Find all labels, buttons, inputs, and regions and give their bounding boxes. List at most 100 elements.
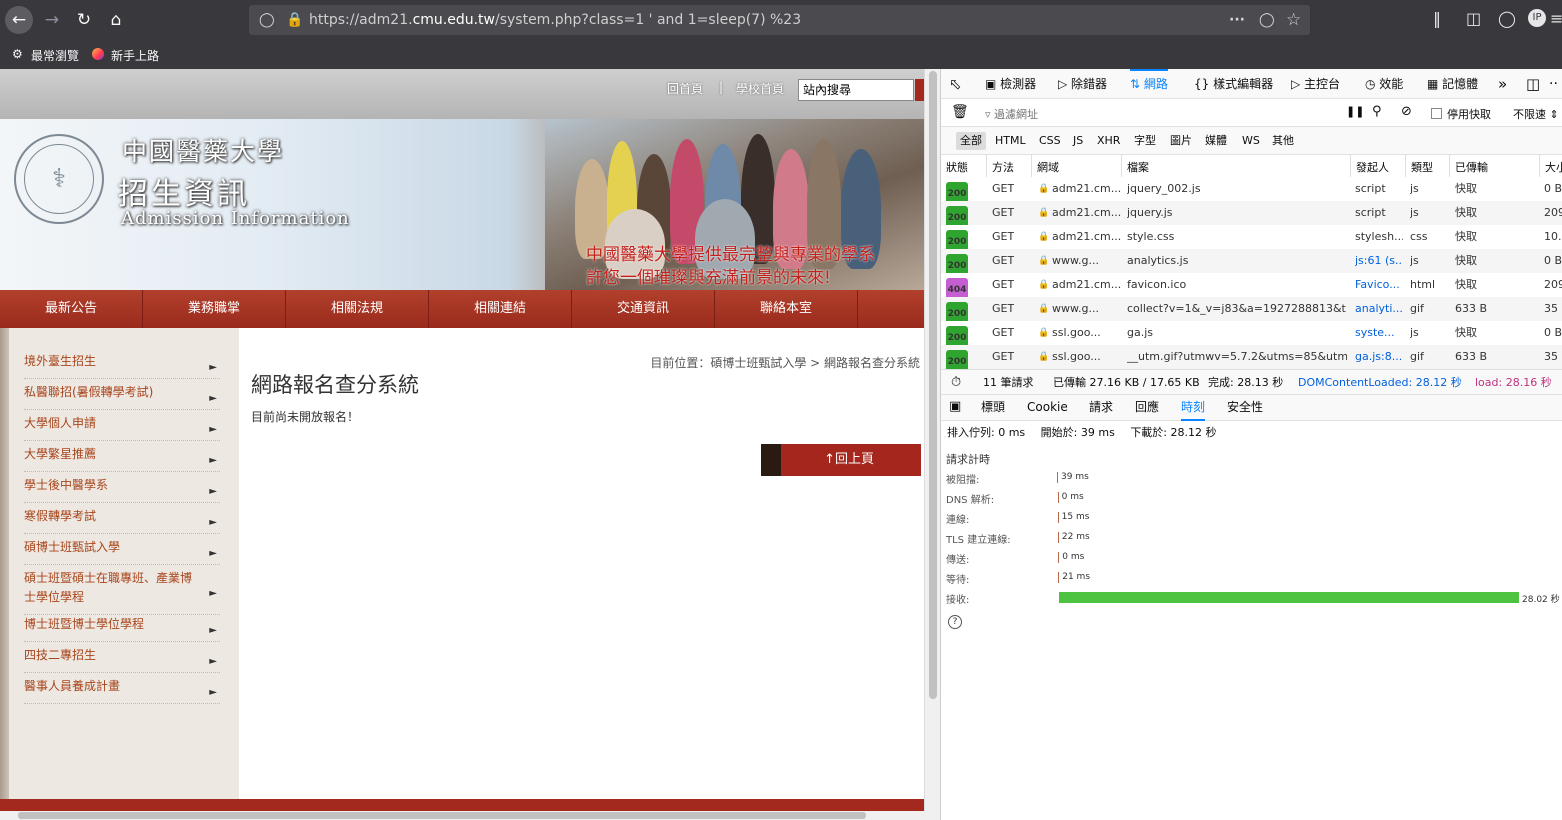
cell-size: 35 B	[1544, 302, 1562, 315]
menu-duties[interactable]: 業務職掌	[143, 290, 286, 328]
tab-request[interactable]: 請求	[1089, 395, 1113, 419]
request-row[interactable]: 200 GET adm21.cm... jquery.js script js 快取 209 🔒	[941, 201, 1562, 225]
shield-icon[interactable]: ◯	[259, 5, 275, 35]
filter-all[interactable]: 全部	[956, 132, 986, 150]
timing-label: 等待:	[946, 575, 970, 586]
sidebar-item[interactable]: 博士班暨博士學位學程 ►	[24, 615, 220, 642]
tab-security[interactable]: 安全性	[1227, 395, 1263, 419]
forward-arrow-icon[interactable]: →	[38, 6, 66, 34]
filter-images[interactable]: 圖片	[1166, 132, 1196, 150]
site-search-button[interactable]	[915, 79, 924, 101]
timing-bar	[1057, 472, 1058, 483]
home-icon[interactable]: ⌂	[102, 6, 130, 34]
filter-media[interactable]: 媒體	[1201, 132, 1231, 150]
tab-cookies[interactable]: Cookie	[1027, 395, 1068, 419]
filter-js[interactable]: JS	[1069, 132, 1087, 150]
filter-ws[interactable]: WS	[1238, 132, 1264, 150]
disable-cache-checkbox[interactable]	[1431, 108, 1442, 119]
filter-xhr[interactable]: XHR	[1093, 132, 1124, 150]
bookmark-getting-started[interactable]: 新手上路	[111, 47, 159, 64]
sidebar-item[interactable]: 醫事人員養成計畫 ►	[24, 677, 220, 704]
menu-contact[interactable]: 聯絡本室	[715, 290, 858, 328]
page-horizontal-scrollbar[interactable]	[0, 811, 940, 820]
request-row[interactable]: 200 GET adm21.cm... style.css stylesh... css 快…	[941, 225, 1562, 249]
menu-links[interactable]: 相關連結	[429, 290, 572, 328]
cell-transferred: 快取	[1455, 230, 1477, 243]
tab-timings[interactable]: 時刻	[1181, 395, 1206, 421]
request-row[interactable]: 200 GET www.g... analytics.js js:61 (s... js 快…	[941, 249, 1562, 273]
page-title: 網路報名查分系統	[251, 373, 419, 397]
link-home[interactable]: 回首頁	[667, 80, 703, 97]
filter-urls-input[interactable]: ▿ 過濾網址	[985, 106, 1038, 122]
filter-css[interactable]: CSS	[1035, 132, 1065, 150]
throttle-select[interactable]: 不限速 ⇕	[1513, 106, 1559, 122]
tab-inspector[interactable]: ▣ 檢測器	[985, 69, 1036, 99]
cell-method: GET	[992, 254, 1015, 267]
menu-icon[interactable]: ≡	[1550, 9, 1562, 28]
url-text[interactable]: https://adm21.cmu.edu.tw/system.php?clas…	[309, 5, 801, 35]
library-icon[interactable]: ‖	[1433, 9, 1441, 28]
bookmark-star-icon[interactable]: ☆	[1286, 5, 1301, 35]
request-row[interactable]: 200 GET adm21.cm... jquery_002.js script js 快取…	[941, 177, 1562, 201]
address-bar[interactable]: ◯ 🔒 https://adm21.cmu.edu.tw/system.php?…	[249, 5, 1310, 35]
request-row[interactable]: 200 GET www.g... collect?v=1&_v=j83&a=19272…	[941, 297, 1562, 321]
filter-html[interactable]: HTML	[991, 132, 1030, 150]
sidebar-item[interactable]: 四技二專招生 ►	[24, 646, 220, 673]
sidebar-item[interactable]: 大學個人申請 ►	[24, 414, 220, 441]
element-picker-icon[interactable]: ⬁	[949, 69, 962, 99]
account-icon[interactable]: ◯	[1498, 9, 1516, 28]
sidebar-icon[interactable]: ◫	[1466, 9, 1481, 28]
tab-network[interactable]: ⇅ 網路	[1130, 69, 1168, 99]
tab-memory[interactable]: ▦ 記憶體	[1427, 69, 1478, 99]
lock-icon: 🔒	[1038, 208, 1050, 218]
sidebar-item[interactable]: 碩士班暨碩士在職專班、產業博士學位學程 ►	[24, 569, 220, 615]
back-button[interactable]: ↑回上頁	[761, 444, 921, 476]
help-icon[interactable]: ?	[948, 615, 962, 629]
tab-response[interactable]: 回應	[1135, 395, 1159, 419]
sidebar-item[interactable]: 寒假轉學考試 ►	[24, 507, 220, 534]
browser-toolbar: ← → ↻ ⌂ ◯ 🔒 https://adm21.cmu.edu.tw/sys…	[0, 0, 1562, 69]
reload-icon[interactable]: ↻	[70, 6, 98, 34]
options-icon[interactable]: ··	[1549, 69, 1558, 99]
filter-other[interactable]: 其他	[1268, 132, 1298, 150]
summary-dcl: DOMContentLoaded: 28.12 秒	[1298, 376, 1462, 389]
back-arrow-icon[interactable]: ←	[5, 6, 33, 34]
sidebar-item[interactable]: 境外臺生招生 ►	[24, 352, 220, 379]
devtools-tabs: ⬁ ▣ 檢測器 ▷ 除錯器 ⇅ 網路 {} 樣式編輯器 ▷ 主控台 ◷ 效能 ▦…	[941, 69, 1562, 99]
page-vertical-scrollbar[interactable]	[924, 69, 940, 811]
sidebar-item[interactable]: 私醫聯招(暑假轉學考試) ►	[24, 383, 220, 410]
timing-value: 39 ms	[1061, 472, 1089, 482]
link-separator: |	[719, 80, 724, 94]
sidebar-item[interactable]: 大學繁星推薦 ►	[24, 445, 220, 472]
cell-initiator: script	[1355, 206, 1386, 219]
menu-news[interactable]: 最新公告	[0, 290, 143, 328]
tab-debugger[interactable]: ▷ 除錯器	[1058, 69, 1107, 99]
panel-toggle-icon[interactable]: ▣	[949, 395, 961, 419]
pause-icon[interactable]: ❚❚	[1346, 105, 1364, 118]
menu-transport[interactable]: 交通資訊	[572, 290, 715, 328]
dock-icon[interactable]: ◫	[1526, 69, 1540, 99]
pocket-icon[interactable]: ◯	[1259, 5, 1275, 35]
request-row[interactable]: 200 GET ssl.goo... ga.js syste... js 快取 0 B 🔒	[941, 321, 1562, 345]
profile-avatar[interactable]: IP	[1528, 9, 1546, 27]
more-tabs-icon[interactable]: »	[1498, 69, 1507, 99]
filter-fonts[interactable]: 字型	[1130, 132, 1160, 150]
link-school-home[interactable]: 學校首頁	[736, 80, 784, 97]
site-search-input[interactable]: 站內搜尋	[798, 79, 914, 101]
block-icon[interactable]: ⊘	[1401, 104, 1412, 119]
tab-headers[interactable]: 標頭	[981, 395, 1005, 419]
sidebar-item[interactable]: 碩博士班甄試入學 ►	[24, 538, 220, 565]
request-row[interactable]: 200 GET ssl.goo... __utm.gif?utmwv=5.7.2&ut…	[941, 345, 1562, 369]
menu-regulations[interactable]: 相關法規	[286, 290, 429, 328]
lock-icon[interactable]: 🔒	[286, 5, 303, 35]
tab-performance[interactable]: ◷ 效能	[1365, 69, 1403, 99]
page-actions-icon[interactable]: ···	[1229, 5, 1245, 35]
tab-style-editor[interactable]: {} 樣式編輯器	[1194, 69, 1273, 99]
request-row[interactable]: 404 GET adm21.cm... favicon.ico Favico... htm…	[941, 273, 1562, 297]
sidebar-item[interactable]: 學士後中醫學系 ►	[24, 476, 220, 503]
search-icon[interactable]: ⚲	[1372, 104, 1382, 119]
tab-console[interactable]: ▷ 主控台	[1291, 69, 1340, 99]
stopwatch-icon: ⏱	[951, 375, 962, 390]
bookmark-most-visited[interactable]: 最常瀏覽	[31, 47, 79, 64]
trash-icon[interactable]: 🗑	[951, 104, 969, 120]
